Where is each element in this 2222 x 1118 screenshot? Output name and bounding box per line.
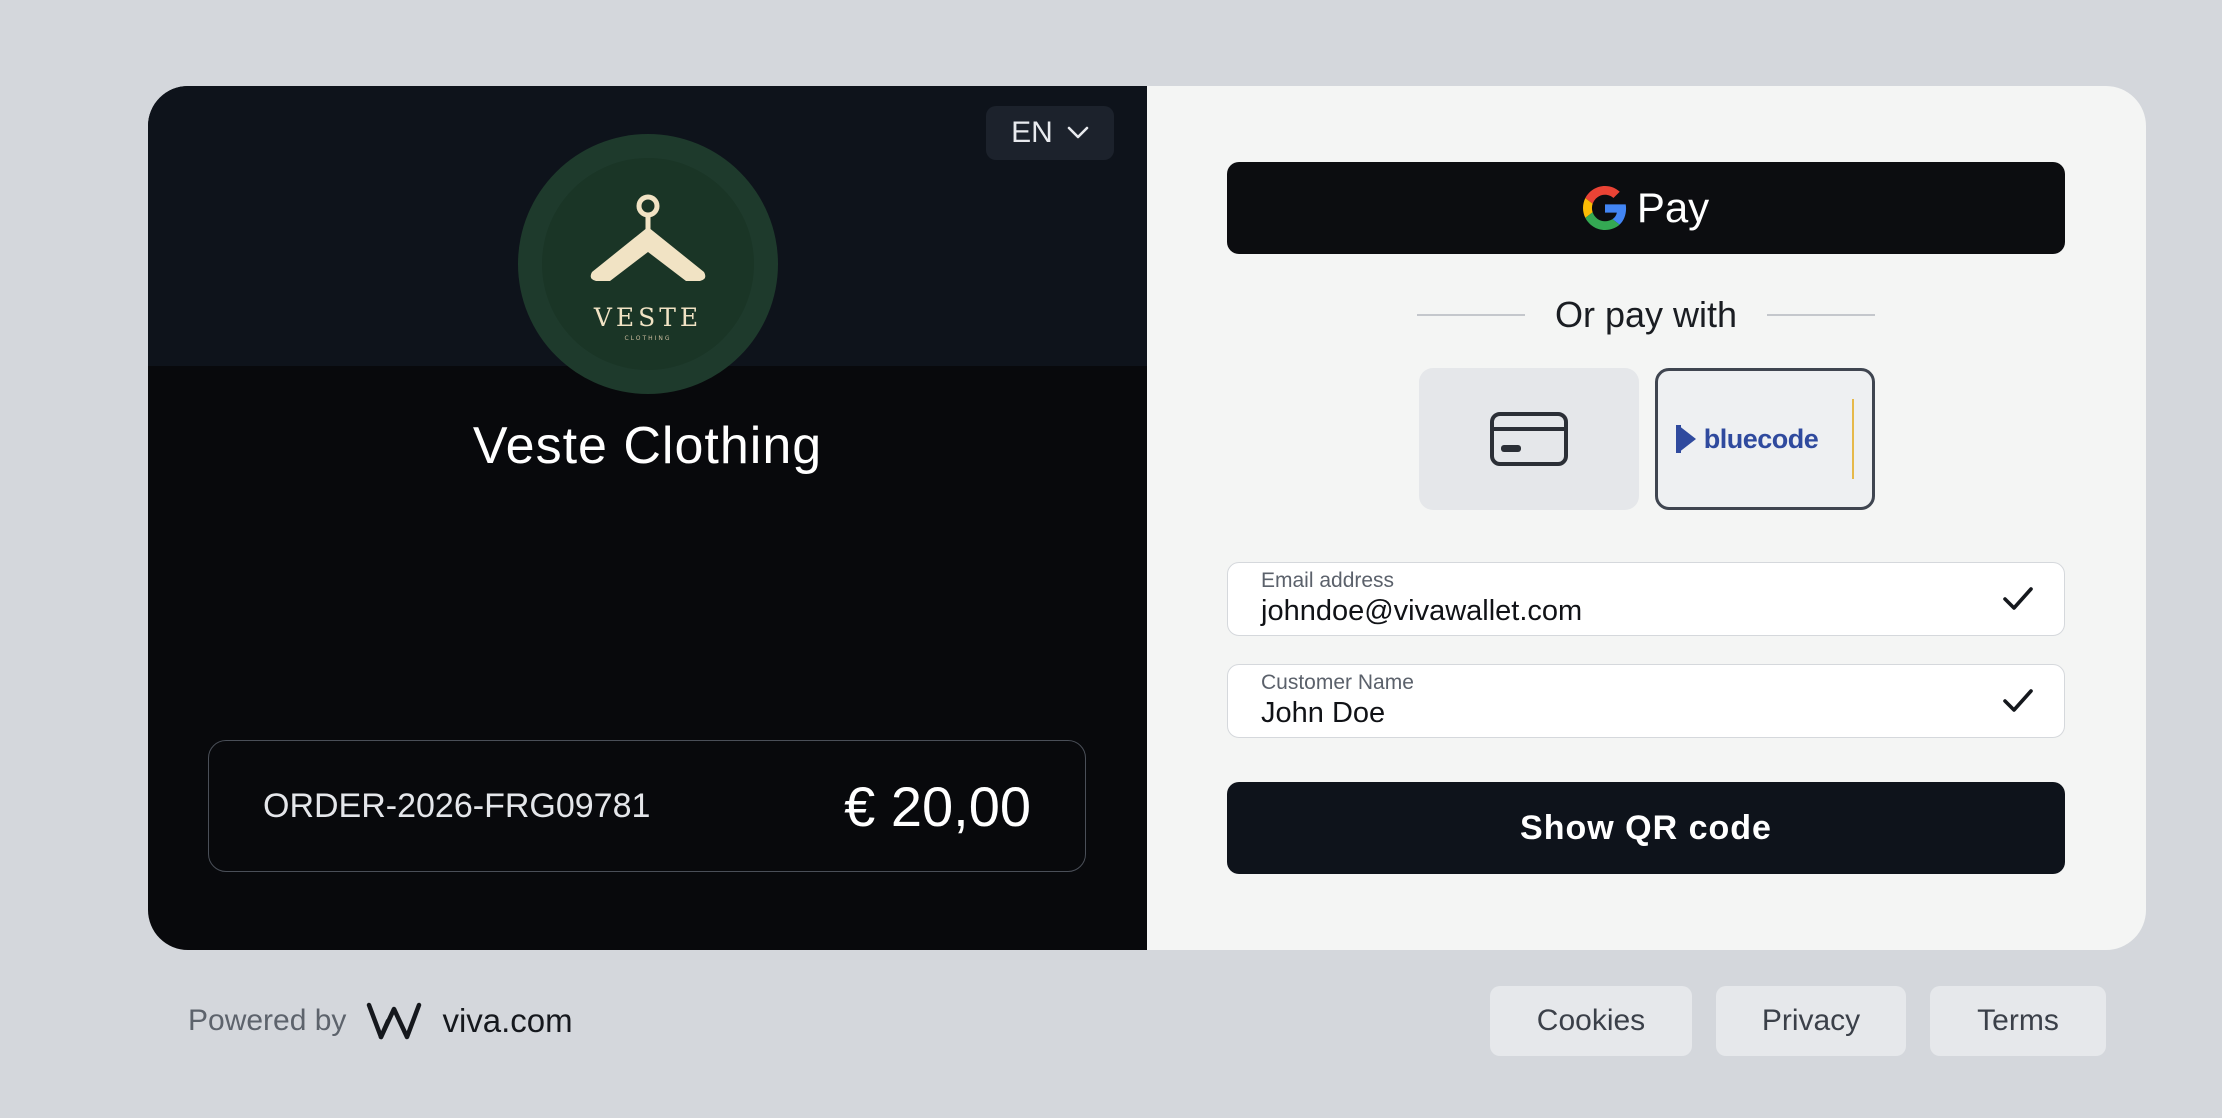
logo-brand-text: VESTE [593, 303, 702, 332]
email-field-label: Email address [1261, 569, 1395, 592]
customer-name-label: Customer Name [1261, 671, 1414, 694]
customer-name-value[interactable]: John Doe [1261, 697, 1385, 730]
google-pay-label: Pay [1636, 184, 1710, 231]
google-pay-button[interactable]: Pay [1227, 162, 2065, 254]
terms-link[interactable]: Terms [1930, 986, 2106, 1056]
powered-by: Powered by viva.com [188, 996, 573, 1046]
powered-by-text: Powered by [188, 1004, 347, 1037]
show-qr-code-button[interactable]: Show QR code [1227, 782, 2065, 874]
bluecode-separator [1852, 399, 1855, 479]
or-pay-with-divider: Or pay with [1417, 292, 1875, 338]
payment-method-card[interactable] [1419, 368, 1639, 510]
divider-line-left [1417, 314, 1525, 316]
payment-method-bluecode[interactable]: bluecode [1655, 368, 1875, 510]
chevron-down-icon [1067, 126, 1089, 139]
email-field[interactable]: Email address johndoe@vivawallet.com [1227, 562, 2065, 636]
privacy-link[interactable]: Privacy [1716, 986, 1906, 1056]
check-icon [2003, 587, 2033, 610]
order-amount: € 20,00 [844, 774, 1031, 838]
merchant-name: Veste Clothing [472, 417, 823, 475]
email-field-value[interactable]: johndoe@vivawallet.com [1261, 595, 1582, 628]
customer-name-field[interactable]: Customer Name John Doe [1227, 664, 2065, 738]
order-id: ORDER-2026-FRG09781 [263, 786, 651, 825]
bluecode-logo: bluecode [1675, 399, 1855, 479]
order-summary: ORDER-2026-FRG09781 € 20,00 [208, 740, 1086, 872]
checkout-card: EN VESTE CLOTHING Veste Clothing ORDER-2… [148, 86, 2146, 950]
google-g-icon [1582, 186, 1626, 230]
merchant-logo: VESTE CLOTHING [518, 134, 778, 394]
language-label: EN [1011, 116, 1053, 149]
divider-line-right [1767, 314, 1875, 316]
merchant-panel: EN VESTE CLOTHING Veste Clothing ORDER-2… [148, 86, 1147, 950]
bluecode-label: bluecode [1703, 423, 1819, 454]
credit-card-icon [1490, 412, 1568, 466]
check-icon [2003, 689, 2033, 712]
viva-logo-icon [367, 1002, 422, 1040]
divider-text: Or pay with [1554, 294, 1738, 335]
bluecode-mark-icon [1675, 425, 1696, 453]
language-selector[interactable]: EN [986, 106, 1114, 160]
payment-panel: Pay Or pay with bluecode Email address j… [1147, 86, 2146, 950]
viva-brand-text[interactable]: viva.com [442, 1002, 572, 1040]
logo-sub-text: CLOTHING [624, 335, 671, 342]
cookies-link[interactable]: Cookies [1490, 986, 1692, 1056]
